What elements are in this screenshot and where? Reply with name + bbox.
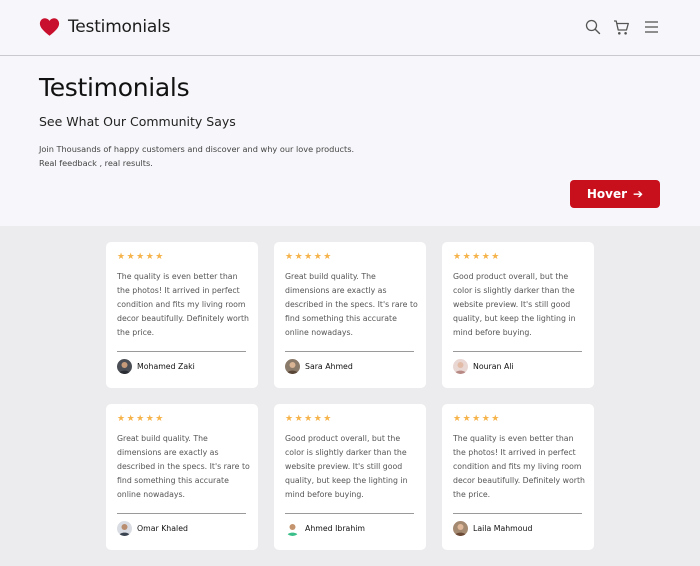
hover-button[interactable]: Hover ➔ [570,180,660,208]
cart-icon[interactable] [613,19,631,37]
testimonial-author: Mohamed Zaki [117,359,195,374]
testimonial-author: Ahmed Ibrahim [285,521,365,536]
hero-description-line1: Join Thousands of happy customers and di… [39,144,355,154]
star-rating: ★★★★★ [117,252,165,262]
divider [453,351,582,352]
author-name: Sara Ahmed [305,361,353,371]
testimonial-author: Laila Mahmoud [453,521,532,536]
star-rating: ★★★★★ [285,414,333,424]
divider [453,513,582,514]
brand[interactable]: Testimonials [39,16,170,38]
testimonial-card: ★★★★★ Great build quality. The dimension… [106,404,258,550]
testimonial-text: Great build quality. The dimensions are … [117,434,250,499]
arrow-right-icon: ➔ [633,187,644,201]
menu-icon[interactable] [644,19,662,37]
testimonial-card: ★★★★★ Good product overall, but the colo… [274,404,426,550]
star-rating: ★★★★★ [453,252,501,262]
testimonial-card: ★★★★★ Good product overall, but the colo… [442,242,594,388]
avatar [453,521,468,536]
navbar: Testimonials [0,0,700,56]
avatar [285,359,300,374]
author-name: Laila Mahmoud [473,523,533,533]
page-title: Testimonials [39,73,190,102]
avatar [117,359,132,374]
avatar [285,521,300,536]
testimonial-author: Sara Ahmed [285,359,353,374]
brand-name: Testimonials [68,17,171,37]
testimonial-card: ★★★★★ Great build quality. The dimension… [274,242,426,388]
star-rating: ★★★★★ [453,414,501,424]
divider [285,513,414,514]
testimonial-text: The quality is even better than the phot… [117,272,249,337]
heart-icon [39,17,60,37]
author-name: Mohamed Zaki [137,361,195,371]
author-name: Omar Khaled [137,523,188,533]
avatar [117,521,132,536]
author-name: Nouran Ali [473,361,514,371]
testimonial-text: Good product overall, but the color is s… [453,272,576,337]
avatar [453,359,468,374]
hero-subtitle: See What Our Community Says [39,114,236,129]
divider [117,513,246,514]
author-name: Ahmed Ibrahim [305,523,366,533]
hover-button-label: Hover [586,187,628,201]
search-icon[interactable] [585,19,603,37]
testimonial-text: The quality is even better than the phot… [453,434,585,499]
divider [285,351,414,352]
hero-description-line2: Real feedback , real results. [39,158,153,168]
hero-section: Testimonials See What Our Community Says… [0,56,700,226]
testimonial-card: ★★★★★ The quality is even better than th… [106,242,258,388]
testimonial-author: Omar Khaled [117,521,188,536]
hero-description: Join Thousands of happy customers and di… [39,142,354,170]
testimonial-author: Nouran Ali [453,359,514,374]
star-rating: ★★★★★ [117,414,165,424]
star-rating: ★★★★★ [285,252,333,262]
divider [117,351,246,352]
testimonial-text: Great build quality. The dimensions are … [285,272,418,337]
testimonial-text: Good product overall, but the color is s… [285,434,408,499]
testimonial-card: ★★★★★ The quality is even better than th… [442,404,594,550]
